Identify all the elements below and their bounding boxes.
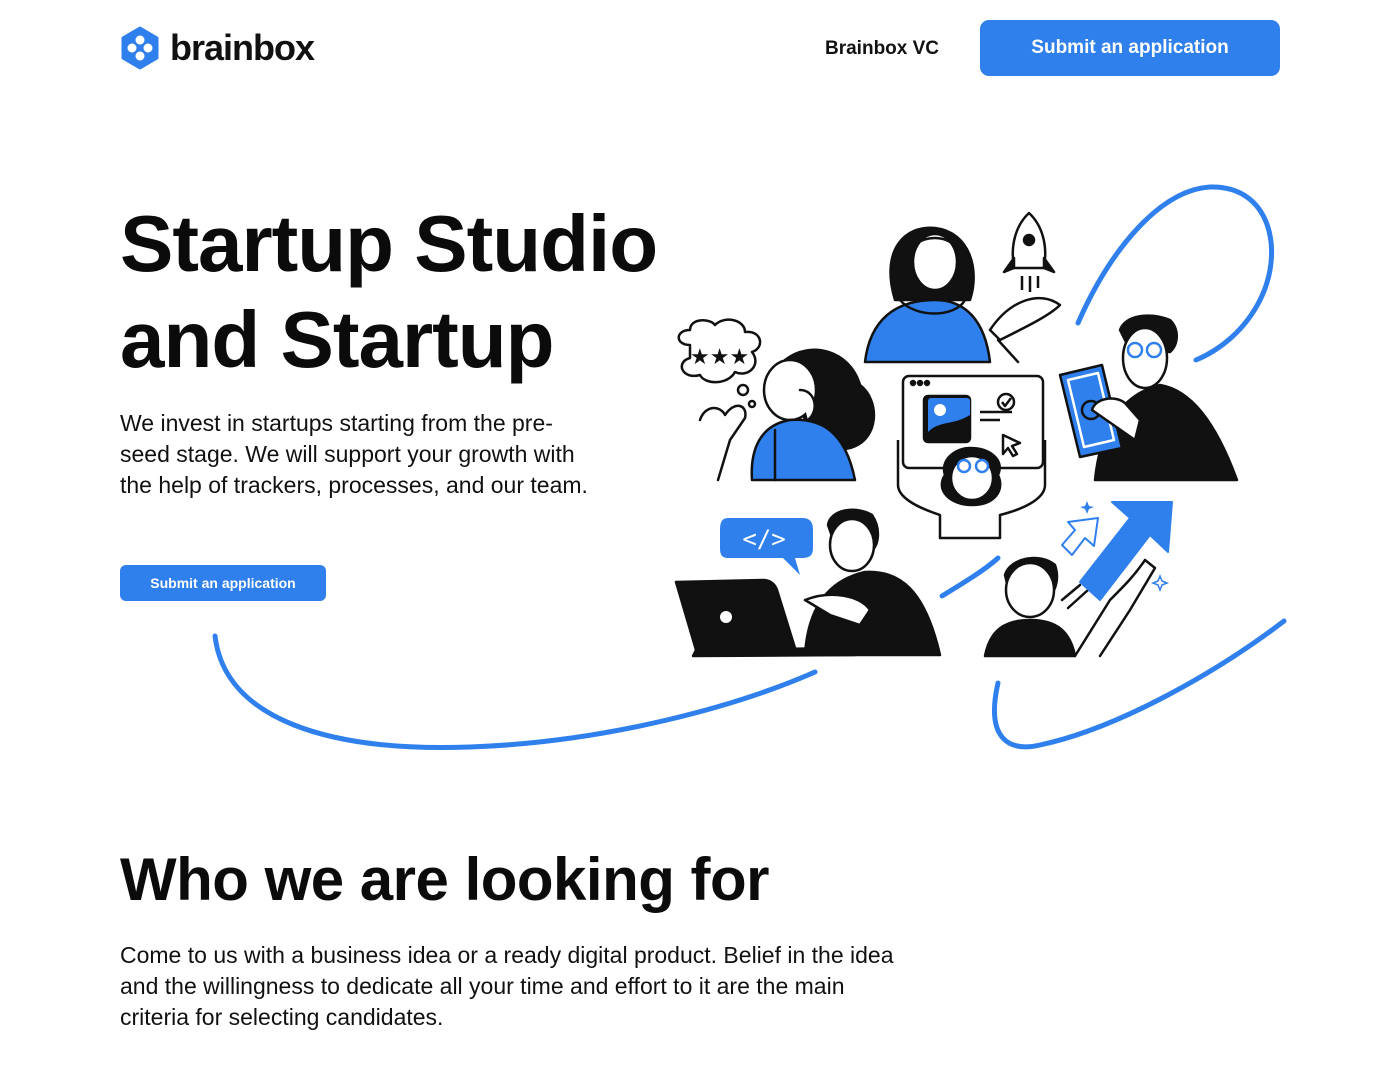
browser-card bbox=[896, 374, 1047, 540]
woman-thinking bbox=[698, 348, 876, 482]
man-with-money bbox=[1058, 314, 1239, 482]
hero-submit-button[interactable]: Submit an application bbox=[120, 565, 326, 601]
laptop-icon bbox=[674, 578, 857, 658]
svg-text:★★★: ★★★ bbox=[690, 345, 749, 370]
woman-with-rocket bbox=[863, 226, 1062, 364]
rating-thought-bubble bbox=[677, 318, 762, 409]
blue-swoosh-left bbox=[212, 633, 818, 750]
brand-logo[interactable]: brainbox bbox=[120, 26, 315, 70]
brainbox-logo-icon bbox=[121, 26, 159, 70]
blue-swoosh-bottom-right bbox=[991, 618, 1287, 750]
logo-text: brainbox bbox=[170, 27, 315, 68]
blue-swoosh-mid bbox=[939, 555, 1001, 599]
blue-swoosh-top-right bbox=[1075, 184, 1275, 363]
hero-title: Startup Studio and Startup bbox=[120, 196, 658, 388]
arrow-up-icon bbox=[1061, 501, 1173, 601]
sparkle-icon bbox=[1080, 501, 1170, 593]
section-title: Who we are looking for bbox=[120, 846, 770, 913]
man-with-arrow bbox=[983, 556, 1157, 658]
code-icon: </> bbox=[742, 525, 785, 553]
header-submit-button[interactable]: Submit an application bbox=[980, 20, 1280, 76]
site-header: brainbox Brainbox VC Submit an applicati… bbox=[120, 20, 1280, 76]
man-on-laptop bbox=[803, 508, 942, 657]
rocket-icon bbox=[1002, 211, 1056, 292]
section-description: Come to us with a business idea or a rea… bbox=[120, 942, 894, 1030]
hero-description: We invest in startups starting from the … bbox=[120, 410, 588, 498]
hero-title-line-1: Startup Studio bbox=[120, 199, 658, 288]
code-speech-bubble: </> bbox=[720, 518, 813, 575]
nav-link-brainbox-vc[interactable]: Brainbox VC bbox=[825, 38, 939, 60]
hero-title-line-2: and Startup bbox=[120, 295, 554, 384]
star-icon: ★★★ bbox=[690, 345, 749, 370]
